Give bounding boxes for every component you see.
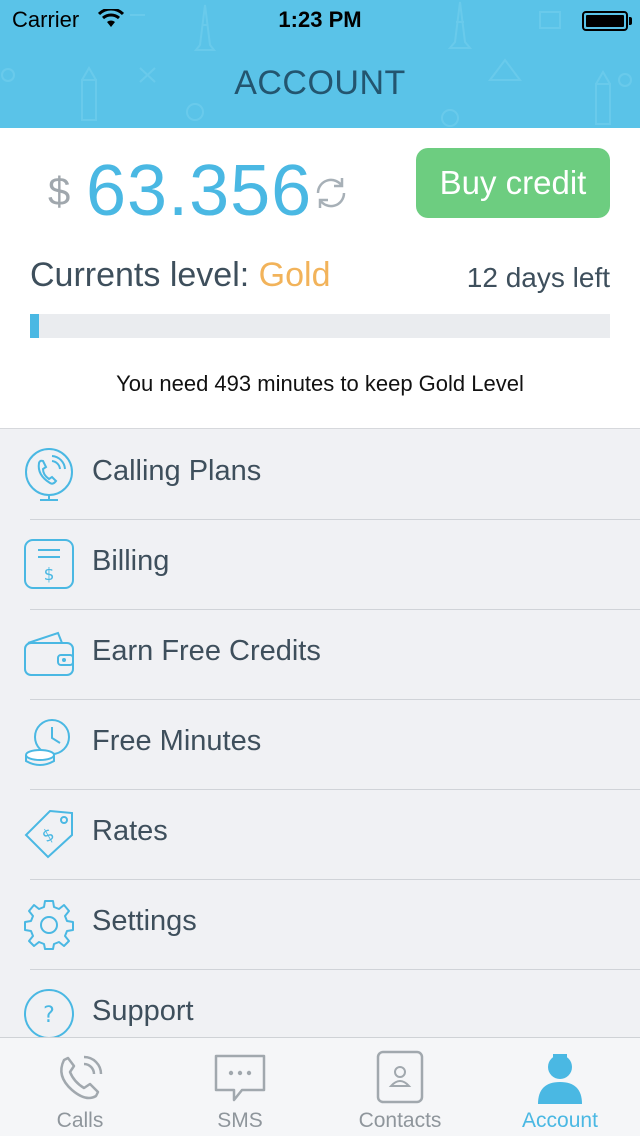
days-left: 12 days left	[466, 262, 610, 293]
menu-item-label: Support	[92, 995, 194, 1027]
menu-item-label: Calling Plans	[92, 455, 262, 487]
wallet-icon	[24, 631, 74, 676]
refresh-icon[interactable]	[312, 174, 350, 212]
menu-item-label: Billing	[92, 545, 170, 577]
price-tag-icon: $	[24, 809, 73, 859]
account-menu: Calling Plans $ Billing Earn Free Credit…	[0, 430, 640, 1060]
tab-sms[interactable]: SMS	[160, 1038, 320, 1136]
battery-tip	[629, 17, 632, 25]
menu-item-calling-plans[interactable]: Calling Plans	[0, 430, 640, 520]
level-progress-fill	[30, 314, 39, 338]
status-time: 1:23 PM	[278, 7, 362, 32]
account-screen: Carrier 1:23 PM ACCOUNT $ 63.356 Buy cre…	[0, 0, 640, 1136]
status-bar: Carrier 1:23 PM	[0, 0, 640, 40]
menu-item-label: Free Minutes	[92, 725, 262, 757]
phone-icon	[60, 1055, 103, 1100]
current-level: Currents level: Gold	[30, 256, 330, 295]
menu-item-settings[interactable]: Settings	[0, 880, 640, 970]
level-prefix: Currents level:	[30, 256, 250, 294]
chat-bubble-icon	[214, 1054, 266, 1102]
level-note: You need 493 minutes to keep Gold Level	[116, 371, 524, 396]
level-progress-bar	[30, 314, 610, 338]
tab-account[interactable]: Account	[480, 1038, 640, 1136]
svg-text:$: $	[39, 824, 58, 847]
clock-coins-icon	[25, 719, 70, 766]
tab-bar: Calls SMS Contacts Account	[0, 1037, 640, 1136]
tab-label: Calls	[56, 1109, 104, 1132]
billing-icon: $	[24, 539, 74, 589]
level-name: Gold	[258, 256, 331, 294]
menu-item-free-minutes[interactable]: Free Minutes	[0, 700, 640, 790]
battery-icon	[582, 11, 628, 31]
page-title: ACCOUNT	[234, 64, 406, 102]
calling-plans-icon	[25, 448, 73, 501]
currency-symbol: $	[48, 170, 71, 214]
balance-panel: $ 63.356 Buy credit Currents level: Gold…	[0, 128, 640, 429]
tab-calls[interactable]: Calls	[0, 1038, 160, 1136]
menu-item-label: Settings	[92, 905, 197, 937]
menu-item-label: Earn Free Credits	[92, 635, 321, 667]
tab-label: Account	[522, 1109, 598, 1132]
buy-credit-button[interactable]: Buy credit	[416, 148, 610, 218]
balance-amount: 63.356	[86, 151, 313, 231]
menu-item-rates[interactable]: $ Rates	[0, 790, 640, 880]
tab-contacts[interactable]: Contacts	[320, 1038, 480, 1136]
tab-label: SMS	[217, 1109, 263, 1132]
menu-item-billing[interactable]: $ Billing	[0, 520, 640, 610]
contact-card-icon	[376, 1050, 424, 1104]
gear-icon	[24, 900, 74, 950]
header: Carrier 1:23 PM ACCOUNT	[0, 0, 640, 128]
menu-item-label: Rates	[92, 815, 168, 847]
tab-label: Contacts	[358, 1109, 442, 1132]
person-icon	[538, 1054, 582, 1104]
svg-text:$: $	[44, 565, 55, 585]
menu-item-earn-free-credits[interactable]: Earn Free Credits	[0, 610, 640, 700]
svg-text:?: ?	[43, 1003, 55, 1028]
help-icon: ?	[24, 989, 74, 1039]
